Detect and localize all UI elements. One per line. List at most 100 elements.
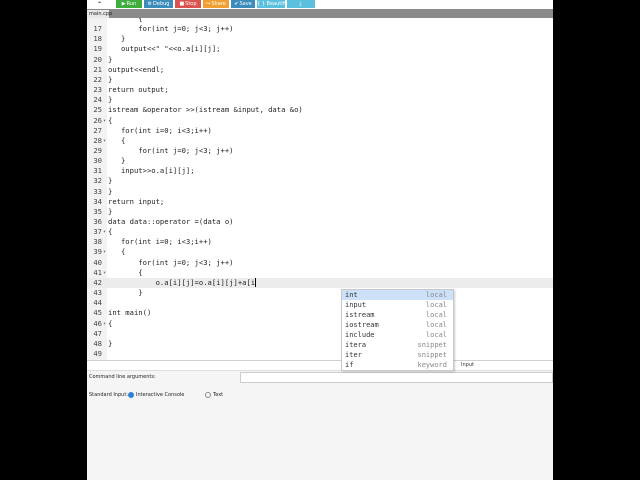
share-button[interactable]: ↪Share	[203, 0, 229, 8]
code-line[interactable]: 30 }	[87, 156, 553, 166]
autocomplete-kind: local	[425, 301, 447, 309]
menu-button[interactable]: ❝	[87, 0, 113, 8]
line-number: 33	[93, 186, 102, 196]
code-line[interactable]: 23 return output;	[87, 85, 553, 95]
code-line[interactable]: 24}	[87, 95, 553, 105]
download-button[interactable]: ⤓	[287, 0, 315, 8]
debug-button[interactable]: ⚙Debug	[144, 0, 173, 8]
autocomplete-kind: local	[425, 321, 447, 329]
code-line[interactable]: 21 output<<endl;	[87, 65, 553, 75]
debug-icon: ⚙	[147, 1, 153, 7]
code-line[interactable]: 41 ▾ {	[87, 268, 553, 278]
code-line[interactable]: 29 for(int j=0; j<3; j++)	[87, 146, 553, 156]
code-line[interactable]: 38 for(int i=0; i<3;i++)	[87, 237, 553, 247]
code-line[interactable]: 35}	[87, 207, 553, 217]
code-line[interactable]: 46 ▾{	[87, 319, 553, 329]
interactive-console-radio[interactable]	[128, 392, 134, 398]
code-text: }	[108, 34, 126, 44]
share-icon: ↪	[206, 1, 211, 7]
code-line[interactable]: 43 }	[87, 288, 553, 298]
autocomplete-item[interactable]: itera snippet	[342, 340, 453, 350]
line-number: 48	[93, 338, 102, 348]
code-line[interactable]: 25 istream &operator >>(istream &input, d…	[87, 105, 553, 115]
code-line[interactable]: 36 data data::operator =(data o)	[87, 217, 553, 227]
save-icon: ✔	[234, 1, 239, 7]
text-input-radio[interactable]	[205, 392, 211, 398]
beautify-button[interactable]: { } Beautify	[257, 0, 285, 8]
code-line[interactable]: 33}	[87, 187, 553, 197]
autocomplete-item[interactable]: if keyword	[342, 360, 453, 370]
code-line[interactable]: 31 input>>o.a[i][j];	[87, 166, 553, 176]
fold-toggle-icon[interactable]: ▾	[102, 116, 107, 126]
autocomplete-item[interactable]: istream local	[342, 310, 453, 320]
code-line[interactable]: 37 ▾{	[87, 227, 553, 237]
line-number: 22	[93, 74, 102, 84]
code-line[interactable]: 48}	[87, 339, 553, 349]
line-number: 32	[93, 176, 102, 186]
code-text: {	[108, 318, 113, 328]
code-line[interactable]: {	[87, 18, 553, 24]
run-button[interactable]: ▶Run	[116, 0, 142, 8]
code-line[interactable]: 27 for(int i=0; i<3;i++)	[87, 126, 553, 136]
code-text: for(int j=0; j<3; j++)	[108, 145, 234, 155]
autocomplete-word: if	[345, 361, 354, 369]
code-line[interactable]: 44	[87, 298, 553, 308]
code-line[interactable]: 22}	[87, 75, 553, 85]
stop-icon: ■	[179, 1, 185, 7]
fold-toggle-icon[interactable]: ▾	[102, 247, 107, 257]
code-line[interactable]: 26 ▾{	[87, 116, 553, 126]
autocomplete-item[interactable]: int local	[342, 290, 453, 300]
code-text: }	[108, 206, 113, 216]
beautify-button-label: { } Beautify	[257, 1, 285, 7]
code-line[interactable]: 47	[87, 329, 553, 339]
code-editor[interactable]: {17 for(int j=0; j<3; j++) 18 } 19 output<…	[87, 18, 553, 360]
fold-toggle-icon[interactable]: ▾	[102, 319, 107, 329]
code-line[interactable]: 34 return input;	[87, 197, 553, 207]
code-line[interactable]: 19 output<<" "<<o.a[i][j];	[87, 44, 553, 54]
save-button-label: Save	[239, 1, 252, 7]
menu-icon: ❝	[98, 1, 101, 7]
autocomplete-kind: snippet	[417, 351, 447, 359]
line-number: 41	[93, 267, 102, 277]
code-line[interactable]: 17 for(int j=0; j<3; j++)	[87, 24, 553, 34]
line-number: 38	[93, 237, 102, 247]
autocomplete-item[interactable]: input local	[342, 300, 453, 310]
code-line[interactable]: 18 }	[87, 34, 553, 44]
code-line[interactable]: 28 ▾ {	[87, 136, 553, 146]
code-line[interactable]: 40 for(int j=0; j<3; j++)	[87, 258, 553, 268]
autocomplete-item[interactable]: iostream local	[342, 320, 453, 330]
stop-button[interactable]: ■Stop	[175, 0, 201, 8]
code-line[interactable]: 20}	[87, 55, 553, 65]
line-number: 44	[93, 298, 102, 308]
text-cursor	[255, 278, 257, 288]
online-ide-window: ❝ ▶Run ⚙Debug ■Stop ↪Share ✔Save{ } Beautify ⤓…	[87, 0, 553, 480]
line-number: 31	[93, 166, 102, 176]
run-icon: ▶	[121, 1, 126, 7]
command-line-args-input[interactable]	[240, 372, 553, 383]
save-button[interactable]: ✔Save	[231, 0, 255, 8]
autocomplete-popup[interactable]: int local input local istream local iostream lo…	[341, 289, 454, 371]
code-text: return output;	[108, 85, 169, 95]
line-number: 34	[93, 196, 102, 206]
code-line[interactable]: 42 o.a[i][j]=o.a[i][j]+a[i	[87, 277, 553, 288]
code-line[interactable]: 49	[87, 349, 553, 359]
fold-toggle-icon[interactable]: ▾	[102, 268, 107, 278]
line-number: 27	[93, 125, 102, 135]
code-line[interactable]: 45 int main()	[87, 308, 553, 318]
standard-input-label: Standard Input:	[89, 392, 128, 398]
fold-toggle-icon[interactable]: ▾	[102, 136, 107, 146]
fold-toggle-icon[interactable]: ▾	[102, 227, 107, 237]
bottom-panel: Input Command line arguments: Standard I…	[87, 360, 553, 480]
code-line[interactable]: 39 ▾ {	[87, 247, 553, 257]
code-text: {	[108, 135, 126, 145]
line-number: 42	[93, 277, 102, 287]
line-number: 36	[93, 217, 102, 226]
autocomplete-item[interactable]: iter snippet	[342, 350, 453, 360]
file-tab-main-cpp[interactable]: main.cpp	[87, 10, 112, 18]
autocomplete-word: iostream	[345, 321, 379, 329]
file-tab-bar: main.cpp	[87, 9, 553, 18]
autocomplete-item[interactable]: include local	[342, 330, 453, 340]
line-number: 25	[93, 105, 102, 115]
input-tab[interactable]: Input	[461, 362, 474, 368]
code-line[interactable]: 32}	[87, 176, 553, 186]
